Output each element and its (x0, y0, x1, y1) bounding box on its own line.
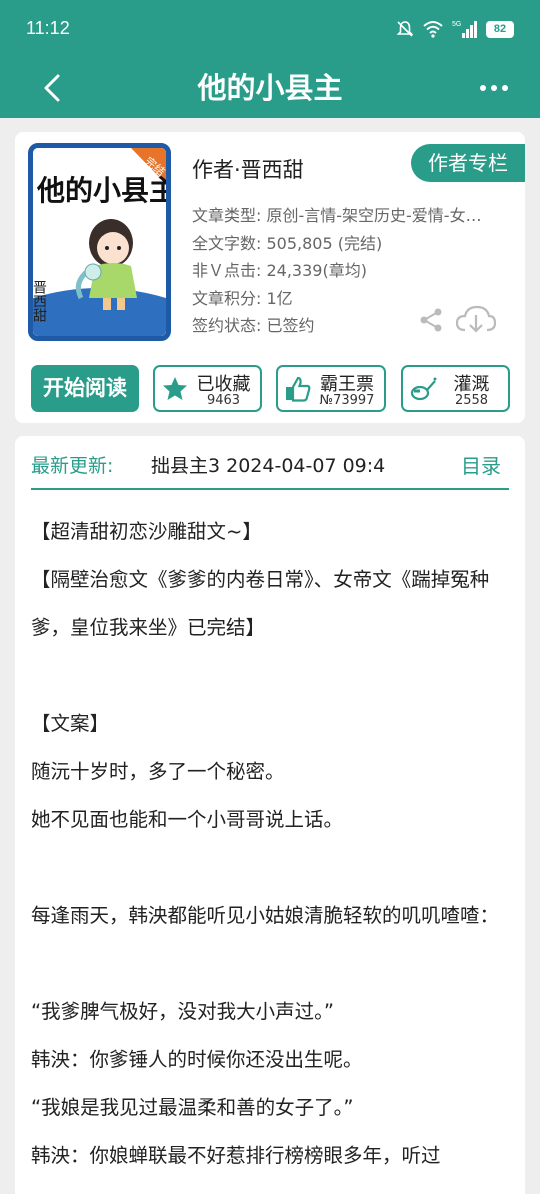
cover-illustration: 完结 他的小县主 晋西甜 (33, 148, 166, 336)
book-description: 【超清甜初恋沙雕甜文~】 【隔壁治愈文《爹爹的内卷日常》、女帝文《踹掉冤种爹，皇… (31, 508, 513, 1180)
more-dot-icon (480, 85, 486, 91)
start-reading-button[interactable]: 开始阅读 (31, 365, 139, 412)
cellular-signal-icon: 5G (452, 21, 477, 38)
more-options-button[interactable] (474, 70, 514, 106)
intro-line (31, 844, 513, 892)
author-column-button[interactable]: 作者专栏 (411, 144, 525, 182)
app-header: 他的小县主 (0, 58, 540, 118)
intro-line: “我娘是我见过最温柔和善的女子了。” (31, 1096, 354, 1119)
meta-word-count: 全文字数: 505,805 (完结) (192, 233, 383, 253)
wifi-icon (423, 21, 443, 38)
mute-bell-icon (396, 21, 414, 37)
catalog-link[interactable]: 目录 (461, 450, 501, 479)
intro-line (31, 652, 513, 700)
svg-text:5G: 5G (452, 21, 461, 28)
svg-text:他的小县主: 他的小县主 (36, 174, 166, 207)
thumbs-up-icon (286, 376, 311, 402)
ticket-button[interactable]: 霸王票 №73997 (276, 365, 386, 412)
watering-can-icon (410, 377, 437, 401)
cloud-download-icon[interactable] (455, 304, 497, 336)
page-title: 他的小县主 (197, 71, 343, 105)
intro-line: 【超清甜初恋沙雕甜文~】 (31, 520, 262, 543)
latest-update-text[interactable]: 拙县主3 2024-04-07 09:4 (151, 451, 443, 478)
more-dot-icon (502, 85, 508, 91)
irrigate-button[interactable]: 灌溉 2558 (401, 365, 510, 412)
intro-line: 韩泱：你爹锤人的时候你还没出生呢。 (31, 1048, 363, 1071)
ticket-count: №73997 (319, 393, 375, 408)
status-time: 11:12 (26, 18, 70, 38)
share-icon[interactable] (418, 307, 444, 333)
intro-line: 【文案】 (31, 712, 110, 735)
latest-update-label: 最新更新: (31, 455, 114, 477)
intro-line: “我爹脾气极好，没对我大小声过。” (31, 1000, 334, 1023)
intro-line: 每逢雨天，韩泱都能听见小姑娘清脆轻软的叽叽喳喳： (31, 904, 500, 927)
intro-line: 韩泱：你娘蝉联最不好惹排行榜榜眼多年，听过 (31, 1144, 441, 1167)
intro-line (31, 940, 513, 988)
book-info-card: 完结 他的小县主 晋西甜 作者·晋西甜 作者专栏 文章类型: 原创-言情-架空历… (15, 132, 525, 423)
battery-icon: 82 (486, 20, 514, 38)
svg-text:晋西甜: 晋西甜 (33, 280, 47, 322)
favorite-count: 9463 (206, 393, 241, 408)
status-bar: 11:12 5G 82 (0, 0, 540, 58)
book-cover[interactable]: 完结 他的小县主 晋西甜 (28, 143, 171, 341)
meta-clicks: 非Ｖ点击: 24,339(章均) (192, 261, 367, 280)
star-icon (163, 377, 187, 400)
intro-line: 随沅十岁时，多了一个秘密。 (31, 760, 285, 783)
more-dot-icon (491, 85, 497, 91)
chevron-left-icon (44, 74, 60, 102)
meta-genre: 文章类型: 原创-言情-架空历史-爱情-女… (192, 206, 482, 225)
favorite-button[interactable]: 已收藏 9463 (153, 365, 262, 412)
intro-line: 【隔壁治愈文《爹爹的内卷日常》、女帝文《踹掉冤种爹，皇位我来坐》已完结】 (31, 568, 490, 639)
intro-card: 最新更新: 拙县主3 2024-04-07 09:4 目录 【超清甜初恋沙雕甜文… (15, 436, 525, 1194)
author-name[interactable]: 作者·晋西甜 (192, 154, 304, 184)
latest-update-row[interactable]: 最新更新: 拙县主3 2024-04-07 09:4 目录 (31, 436, 509, 490)
status-icons: 5G 82 (396, 18, 514, 40)
back-button[interactable] (34, 68, 74, 108)
irrigate-count: 2558 (454, 393, 489, 408)
intro-line: 她不见面也能和一个小哥哥说上话。 (31, 808, 344, 831)
